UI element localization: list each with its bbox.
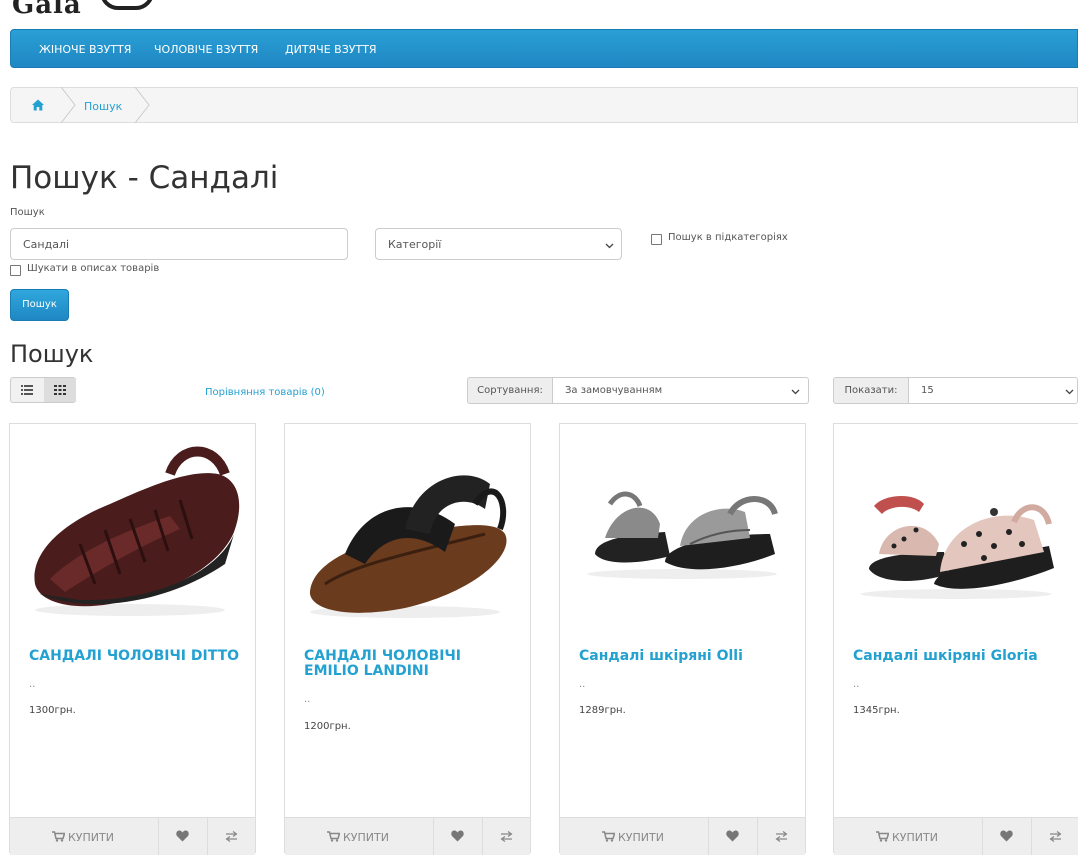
list-icon	[21, 385, 33, 395]
heart-icon	[726, 830, 739, 842]
exchange-icon	[225, 831, 238, 842]
product-price: 1300грн.	[29, 705, 76, 716]
heart-icon	[1000, 830, 1013, 842]
product-description: ..	[853, 679, 860, 690]
limit-select[interactable]: 15	[908, 377, 1078, 404]
product-price: 1289грн.	[579, 705, 626, 716]
product-image[interactable]	[20, 434, 245, 624]
category-select[interactable]: Категорії	[375, 228, 622, 260]
product-card: САНДАЛІ ЧОЛОВІЧІ DITTO .. 1300грн. КУПИТ…	[9, 423, 256, 855]
search-button[interactable]: Пошук	[10, 289, 69, 321]
heart-icon	[176, 830, 189, 842]
exchange-icon	[775, 831, 788, 842]
exchange-icon	[500, 831, 513, 842]
sort-label: Сортування:	[467, 377, 553, 404]
buy-button[interactable]: КУПИТИ	[834, 818, 983, 855]
buy-button-label: КУПИТИ	[343, 831, 389, 844]
product-description: ..	[29, 679, 36, 690]
site-logo[interactable]: Gala	[12, 0, 152, 18]
product-name[interactable]: САНДАЛІ ЧОЛОВІЧІ DITTO	[29, 649, 239, 664]
chevron-down-icon	[1065, 389, 1074, 395]
description-checkbox-label: Шукати в описах товарів	[27, 263, 160, 274]
home-icon[interactable]	[31, 98, 45, 112]
list-view-button[interactable]	[11, 378, 43, 402]
product-card: Сандалі шкіряні Gloria .. 1345грн. КУПИТ…	[833, 423, 1078, 855]
buy-button[interactable]: КУПИТИ	[285, 818, 434, 855]
compare-button[interactable]	[1032, 818, 1077, 855]
buy-button-label: КУПИТИ	[892, 831, 938, 844]
product-name[interactable]: Сандалі шкіряні Gloria	[853, 649, 1063, 664]
cart-icon	[602, 831, 615, 842]
product-image[interactable]	[295, 434, 520, 624]
view-toggle	[10, 377, 76, 403]
heart-icon	[451, 830, 464, 842]
wishlist-button[interactable]	[983, 818, 1032, 855]
product-name[interactable]: САНДАЛІ ЧОЛОВІЧІ EMILIO LANDINI	[304, 649, 514, 679]
category-select-value: Категорії	[388, 238, 442, 251]
page-title: Пошук - Сандалі	[10, 160, 279, 196]
exchange-icon	[1049, 831, 1062, 842]
product-card: САНДАЛІ ЧОЛОВІЧІ EMILIO LANDINI .. 1200г…	[284, 423, 531, 855]
cart-icon	[52, 831, 65, 842]
menu-item-men[interactable]: ЧОЛОВІЧЕ ВЗУТТЯ	[154, 43, 258, 56]
breadcrumb-item-search[interactable]: Пошук	[84, 100, 122, 113]
limit-select-value: 15	[921, 385, 934, 396]
chevron-down-icon	[791, 389, 800, 395]
product-image[interactable]	[844, 434, 1069, 624]
menu-item-kids[interactable]: ДИТЯЧЕ ВЗУТТЯ	[285, 43, 377, 56]
buy-button[interactable]: КУПИТИ	[10, 818, 159, 855]
product-actions: КУПИТИ	[834, 817, 1078, 855]
logo-cup-icon	[100, 0, 152, 10]
breadcrumb-separator-icon	[134, 87, 150, 123]
product-actions: КУПИТИ	[10, 817, 255, 855]
logo-wordmark: Gala	[12, 0, 82, 18]
cart-icon	[327, 831, 340, 842]
main-menu: ЖІНОЧЕ ВЗУТТЯ ЧОЛОВІЧЕ ВЗУТТЯ ДИТЯЧЕ ВЗУ…	[10, 29, 1078, 68]
product-actions: КУПИТИ	[560, 817, 805, 855]
sort-select[interactable]: За замовчуванням	[552, 377, 809, 404]
product-description: ..	[579, 679, 586, 690]
subcategory-checkbox-label: Пошук в підкатегоріях	[668, 232, 788, 243]
product-name[interactable]: Сандалі шкіряні Olli	[579, 649, 789, 664]
description-checkbox[interactable]	[10, 265, 21, 276]
grid-icon	[54, 385, 66, 395]
menu-item-women[interactable]: ЖІНОЧЕ ВЗУТТЯ	[39, 43, 131, 56]
cart-icon	[876, 831, 889, 842]
subcategory-checkbox[interactable]	[651, 234, 662, 245]
breadcrumb: Пошук	[10, 87, 1078, 123]
search-input-value: Сандалі	[23, 238, 70, 251]
chevron-down-icon	[605, 243, 614, 249]
buy-button[interactable]: КУПИТИ	[560, 818, 709, 855]
grid-view-button[interactable]	[44, 378, 76, 402]
wishlist-button[interactable]	[709, 818, 758, 855]
product-card: Сандалі шкіряні Olli .. 1289грн. КУПИТИ	[559, 423, 806, 855]
buy-button-label: КУПИТИ	[68, 831, 114, 844]
limit-label: Показати:	[833, 377, 909, 404]
compare-button[interactable]	[758, 818, 805, 855]
wishlist-button[interactable]	[159, 818, 208, 855]
product-price: 1200грн.	[304, 721, 351, 732]
search-input[interactable]: Сандалі	[10, 228, 348, 260]
compare-button[interactable]	[208, 818, 255, 855]
buy-button-label: КУПИТИ	[618, 831, 664, 844]
product-image[interactable]	[570, 434, 795, 624]
wishlist-button[interactable]	[434, 818, 483, 855]
compare-link[interactable]: Порівняння товарів (0)	[205, 387, 325, 398]
search-label: Пошук	[10, 207, 45, 218]
compare-button[interactable]	[483, 818, 530, 855]
sort-select-value: За замовчуванням	[565, 385, 663, 396]
breadcrumb-separator-icon	[60, 87, 76, 123]
results-heading: Пошук	[10, 340, 94, 368]
product-price: 1345грн.	[853, 705, 900, 716]
product-actions: КУПИТИ	[285, 817, 530, 855]
product-description: ..	[304, 694, 311, 705]
